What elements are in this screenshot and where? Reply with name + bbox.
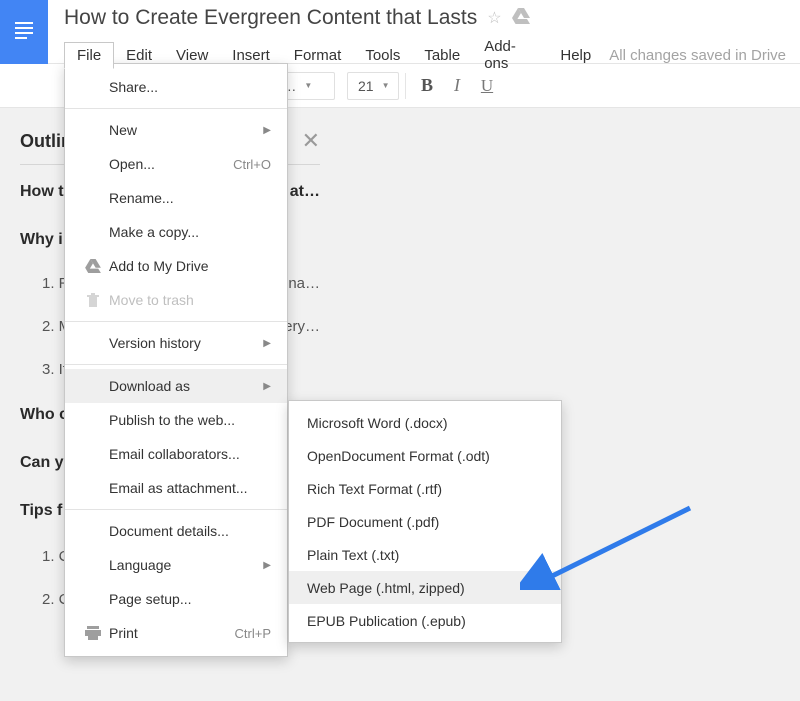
trash-icon	[81, 292, 105, 308]
font-size-select[interactable]: 21 ▼	[347, 72, 399, 100]
file-menu-dropdown: Share... New▶ Open...Ctrl+O Rename... Ma…	[64, 63, 288, 657]
download-html[interactable]: Web Page (.html, zipped)	[289, 571, 561, 604]
download-as-submenu: Microsoft Word (.docx) OpenDocument Form…	[288, 400, 562, 643]
file-email-collaborators[interactable]: Email collaborators...	[65, 437, 287, 471]
file-document-details[interactable]: Document details...	[65, 514, 287, 548]
file-add-to-drive[interactable]: Add to My Drive	[65, 249, 287, 283]
file-page-setup[interactable]: Page setup...	[65, 582, 287, 616]
chevron-right-icon: ▶	[263, 338, 271, 349]
file-download-as[interactable]: Download as▶	[65, 369, 287, 403]
download-epub[interactable]: EPUB Publication (.epub)	[289, 604, 561, 637]
file-new[interactable]: New▶	[65, 113, 287, 147]
file-rename[interactable]: Rename...	[65, 181, 287, 215]
caret-icon: ▼	[382, 81, 390, 90]
docs-logo[interactable]	[0, 0, 48, 64]
file-open[interactable]: Open...Ctrl+O	[65, 147, 287, 181]
file-share[interactable]: Share...	[65, 70, 287, 104]
download-rtf[interactable]: Rich Text Format (.rtf)	[289, 472, 561, 505]
font-size-label: 21	[358, 78, 374, 94]
file-make-copy[interactable]: Make a copy...	[65, 215, 287, 249]
menu-help[interactable]: Help	[548, 43, 603, 68]
file-version-history[interactable]: Version history▶	[65, 326, 287, 360]
file-email-attachment[interactable]: Email as attachment...	[65, 471, 287, 505]
star-icon[interactable]: ☆	[487, 8, 501, 28]
download-odt[interactable]: OpenDocument Format (.odt)	[289, 439, 561, 472]
document-title[interactable]: How to Create Evergreen Content that Las…	[64, 6, 477, 30]
download-pdf[interactable]: PDF Document (.pdf)	[289, 505, 561, 538]
file-print[interactable]: PrintCtrl+P	[65, 616, 287, 650]
menu-table[interactable]: Table	[412, 43, 472, 68]
menu-format[interactable]: Format	[282, 43, 354, 68]
underline-button[interactable]: U	[472, 71, 502, 101]
bold-button[interactable]: B	[412, 71, 442, 101]
print-icon	[81, 626, 105, 640]
save-status: All changes saved in Drive	[609, 47, 786, 64]
chevron-right-icon: ▶	[263, 560, 271, 571]
drive-add-icon	[81, 259, 105, 273]
menu-tools[interactable]: Tools	[353, 43, 412, 68]
chevron-right-icon: ▶	[263, 381, 271, 392]
move-to-drive-icon[interactable]	[512, 8, 530, 29]
download-docx[interactable]: Microsoft Word (.docx)	[289, 406, 561, 439]
download-txt[interactable]: Plain Text (.txt)	[289, 538, 561, 571]
menu-file[interactable]: File	[64, 42, 114, 69]
file-language[interactable]: Language▶	[65, 548, 287, 582]
header: How to Create Evergreen Content that Las…	[0, 0, 800, 64]
outline-close-icon[interactable]: ✕	[302, 128, 320, 154]
file-publish-to-web[interactable]: Publish to the web...	[65, 403, 287, 437]
italic-button[interactable]: I	[442, 71, 472, 101]
caret-icon: ▼	[304, 81, 312, 90]
file-move-to-trash: Move to trash	[65, 283, 287, 317]
chevron-right-icon: ▶	[263, 125, 271, 136]
